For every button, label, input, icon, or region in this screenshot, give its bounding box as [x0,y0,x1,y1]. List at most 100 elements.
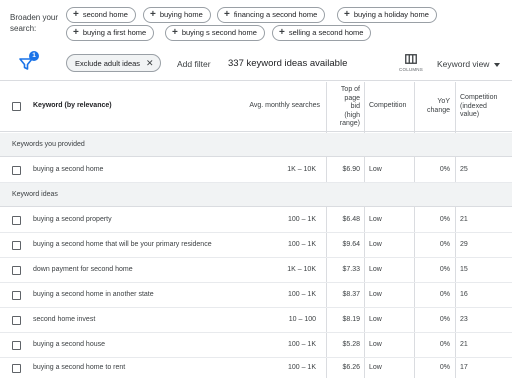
searches-cell: 100 – 1K [287,291,316,298]
table-row[interactable]: buying a second house 100 – 1K $5.28 Low… [0,333,512,358]
column-header-competition[interactable]: Competition [369,102,406,111]
yoy-cell: 0% [439,266,450,273]
competition-index-cell: 23 [460,316,468,323]
broaden-chip[interactable]: + buying a first home [66,25,155,41]
group-header-ideas: Keyword ideas [0,183,512,207]
competition-cell: Low [369,364,382,371]
bid-cell: $6.48 [342,216,360,223]
columns-icon [405,54,417,64]
keyword-cell: second home invest [33,316,96,323]
table-row[interactable]: down payment for second home 1K – 10K $7… [0,258,512,283]
table-row[interactable]: buying a second property 100 – 1K $6.48 … [0,208,512,233]
keyword-cell: buying a second home to rent [33,364,126,371]
keyword-cell: buying a second home [33,166,104,173]
bid-cell: $6.90 [342,166,360,173]
competition-index-cell: 21 [460,341,468,348]
searches-cell: 100 – 1K [287,241,316,248]
plus-icon: + [344,9,350,20]
competition-cell: Low [369,216,382,223]
filter-count-badge: 1 [29,51,39,61]
yoy-cell: 0% [439,216,450,223]
bid-cell: $5.28 [342,341,360,348]
column-header-bid[interactable]: Top of page bid (high range) [330,86,360,129]
row-checkbox[interactable] [12,364,21,373]
competition-index-cell: 21 [460,216,468,223]
columns-label: COLUMNS [399,67,423,72]
yoy-cell: 0% [439,241,450,248]
table-row[interactable]: second home invest 10 – 100 $8.19 Low 0%… [0,308,512,333]
keyword-view-dropdown[interactable]: Keyword view [437,59,501,69]
keyword-cell: down payment for second home [33,266,133,273]
column-header-searches[interactable]: Avg. monthly searches [249,102,320,111]
row-checkbox[interactable] [12,341,21,350]
broaden-label: Broaden your search: [10,13,59,33]
keyword-cell: buying a second property [33,216,112,223]
table-row[interactable]: buying a second home to rent 100 – 1K $6… [0,356,512,378]
keyword-cell: buying a second home that will be your p… [33,241,212,248]
plus-icon: + [73,9,79,20]
bid-cell: $7.33 [342,266,360,273]
columns-button[interactable]: COLUMNS [396,52,426,78]
bid-cell: $8.37 [342,291,360,298]
searches-cell: 100 – 1K [287,216,316,223]
broaden-chip[interactable]: + buying a holiday home [337,7,437,23]
plus-icon: + [172,27,178,38]
table-row[interactable]: buying a second home 1K – 10K $6.90 Low … [0,158,512,183]
exclude-adult-ideas-chip[interactable]: Exclude adult ideas ✕ [66,54,161,72]
row-checkbox[interactable] [12,316,21,325]
filter-bar: 1 Exclude adult ideas ✕ Add filter 337 ke… [0,47,512,81]
bid-cell: $6.26 [342,364,360,371]
broaden-search-section: Broaden your search: + second home + buyin… [0,0,512,46]
competition-index-cell: 15 [460,266,468,273]
bid-cell: $9.64 [342,241,360,248]
broaden-chip[interactable]: + buying s second home [165,25,265,41]
add-filter-button[interactable]: Add filter [177,59,211,69]
plus-icon: + [224,9,230,20]
close-icon[interactable]: ✕ [146,58,154,68]
row-checkbox[interactable] [12,166,21,175]
competition-cell: Low [369,166,382,173]
row-checkbox[interactable] [12,266,21,275]
searches-cell: 100 – 1K [287,341,316,348]
table-header: Keyword (by relevance) Avg. monthly sear… [0,82,512,132]
searches-cell: 10 – 100 [288,316,316,323]
competition-index-cell: 16 [460,291,468,298]
competition-cell: Low [369,241,382,248]
searches-cell: 1K – 10K [287,266,316,273]
competition-cell: Low [369,291,382,298]
row-checkbox[interactable] [12,291,21,300]
ideas-count: 337 keyword ideas available [228,58,348,69]
competition-index-cell: 25 [460,166,468,173]
searches-cell: 100 – 1K [287,364,316,371]
group-header-provided: Keywords you provided [0,133,512,157]
broaden-chip[interactable]: + financing a second home [217,7,326,23]
broaden-chip[interactable]: + second home [66,7,136,23]
select-all-checkbox[interactable] [12,102,21,111]
column-header-yoy[interactable]: YoY change [427,98,450,115]
dropdown-caret-icon [494,62,501,67]
row-checkbox[interactable] [12,216,21,225]
filter-chip-label: Exclude adult ideas [75,59,141,68]
competition-cell: Low [369,266,382,273]
broaden-chip[interactable]: + buying home [143,7,211,23]
row-checkbox[interactable] [12,241,21,250]
yoy-cell: 0% [439,166,450,173]
competition-cell: Low [369,341,382,348]
keyword-cell: buying a second house [33,341,105,348]
column-header-competition-index[interactable]: Competition (indexed value) [460,94,497,120]
searches-cell: 1K – 10K [287,166,316,173]
table-row[interactable]: buying a second home that will be your p… [0,233,512,258]
plus-icon: + [279,27,285,38]
yoy-cell: 0% [439,316,450,323]
column-header-keyword[interactable]: Keyword (by relevance) [33,102,112,111]
keyword-cell: buying a second home in another state [33,291,154,298]
table-row[interactable]: buying a second home in another state 10… [0,283,512,308]
competition-cell: Low [369,316,382,323]
plus-icon: + [150,9,156,20]
plus-icon: + [73,27,79,38]
yoy-cell: 0% [439,291,450,298]
yoy-cell: 0% [439,341,450,348]
yoy-cell: 0% [439,364,450,371]
broaden-chip[interactable]: + selling a second home [272,25,372,41]
competition-index-cell: 29 [460,241,468,248]
